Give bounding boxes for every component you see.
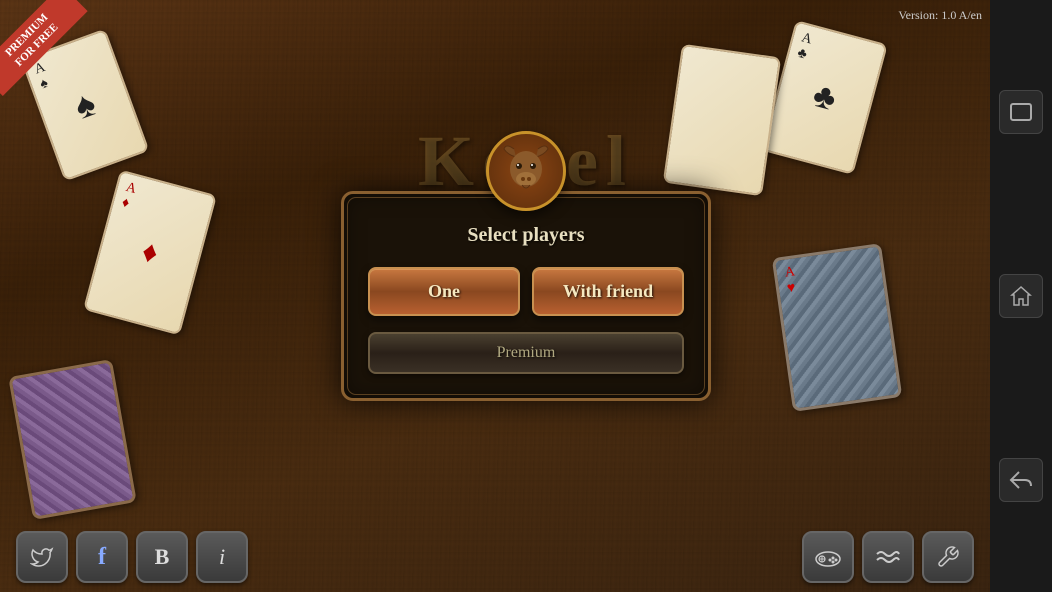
facebook-button[interactable]: f (76, 531, 128, 583)
settings-button[interactable] (922, 531, 974, 583)
logo-container (486, 131, 566, 211)
one-player-button[interactable]: One (368, 267, 520, 316)
home-button[interactable] (999, 274, 1043, 318)
with-friend-button[interactable]: With friend (532, 267, 684, 316)
toolbar-right (802, 531, 974, 583)
gamepad-icon (815, 547, 841, 567)
card-rank-rm: A♥ (784, 264, 798, 297)
info-button[interactable]: i (196, 531, 248, 583)
premium-badge[interactable]: PREMIUM FOR FREE (0, 0, 100, 100)
version-label: Version: 1.0 A/en (898, 8, 982, 23)
back-icon (1009, 470, 1033, 490)
facebook-icon: f (98, 544, 106, 571)
twitter-button[interactable] (16, 531, 68, 583)
card-right-top2 (663, 44, 782, 197)
bottom-toolbar: f B i (0, 522, 990, 592)
card-center-tr: ♣ (809, 76, 840, 118)
card-rank-tr: A♣ (795, 30, 813, 64)
card-center-lm: ♦ (138, 234, 162, 271)
select-players-dialog: Select players One With friend Premium (341, 191, 711, 401)
wave-button[interactable] (862, 531, 914, 583)
gamepad-button[interactable] (802, 531, 854, 583)
dialog-overlay: Select players One With friend Premium (341, 191, 711, 401)
goat-icon (496, 141, 556, 201)
player-buttons: One With friend (368, 267, 684, 316)
blog-button[interactable]: B (136, 531, 188, 583)
info-icon: i (219, 544, 225, 570)
settings-icon (936, 545, 960, 569)
window-button[interactable] (999, 90, 1043, 134)
dialog-title: Select players (368, 224, 684, 247)
premium-button[interactable]: Premium (368, 332, 684, 374)
wave-icon (875, 546, 901, 568)
window-icon (1010, 103, 1032, 121)
twitter-icon (30, 545, 54, 569)
home-icon (1010, 285, 1032, 307)
back-button[interactable] (999, 458, 1043, 502)
blog-icon: B (155, 544, 170, 570)
right-sidebar (990, 0, 1052, 592)
card-right-middle: A♥ (772, 243, 903, 412)
premium-badge-text: PREMIUM FOR FREE (0, 0, 87, 96)
card-rank-lm: A♦ (120, 180, 138, 214)
goat-logo (486, 131, 566, 211)
